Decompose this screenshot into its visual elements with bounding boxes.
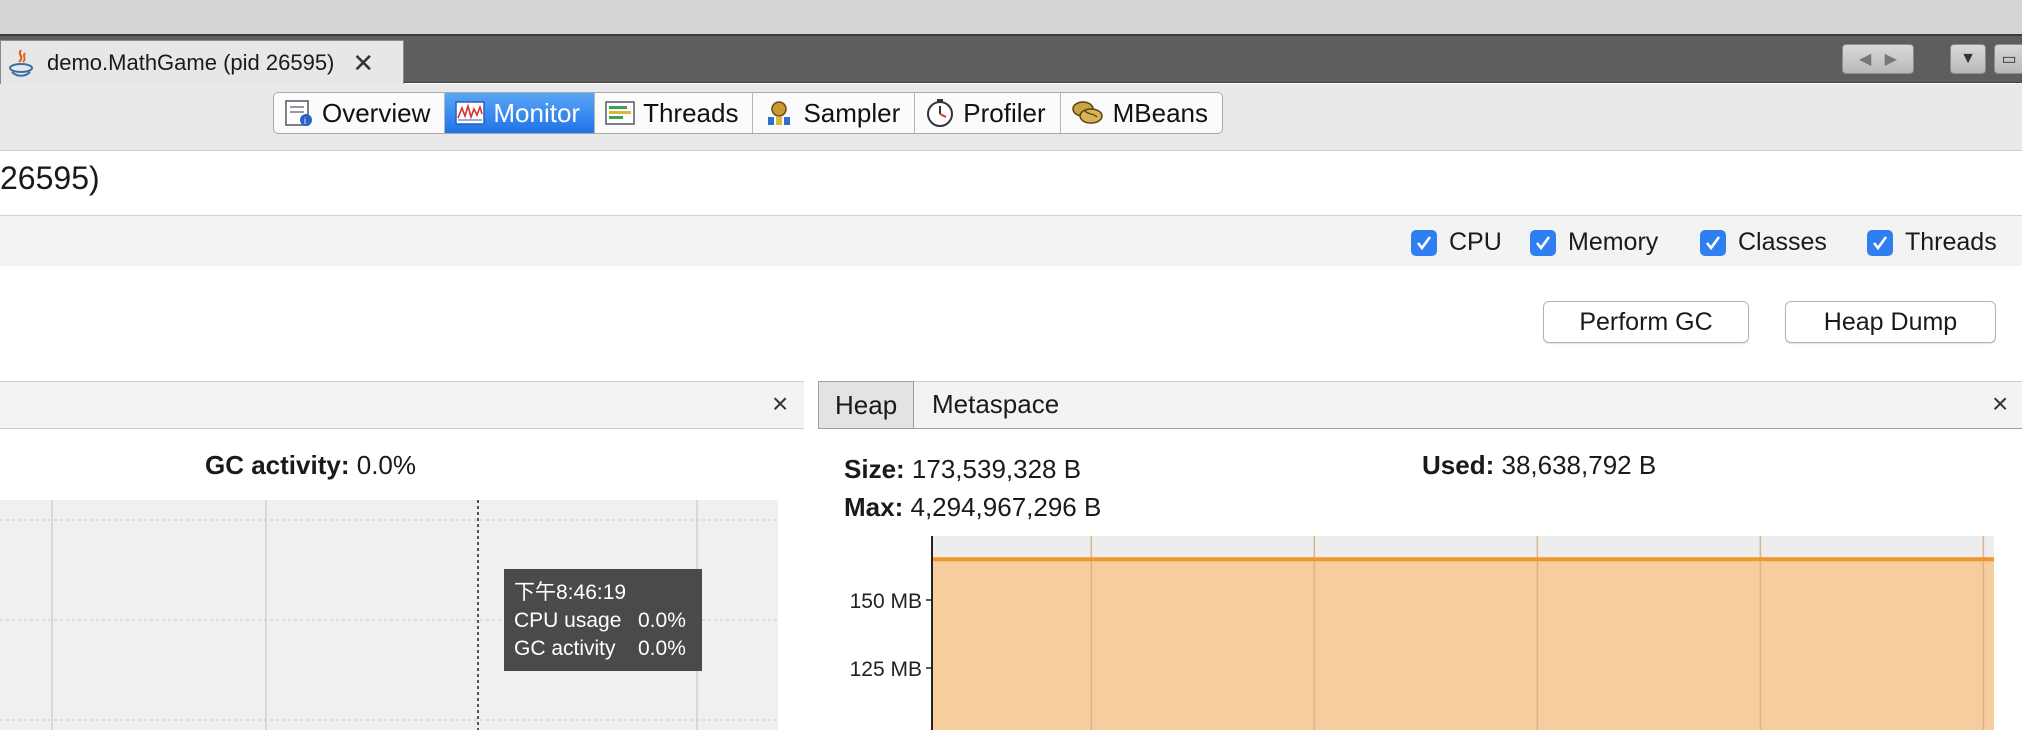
tooltip-value: 0.0% bbox=[638, 637, 686, 660]
close-tab-icon[interactable]: ✕ bbox=[352, 48, 374, 79]
perform-gc-button[interactable]: Perform GC bbox=[1543, 301, 1749, 343]
maximize-icon: ▭ bbox=[2001, 51, 2017, 68]
tab-label: Sampler bbox=[803, 97, 901, 128]
heap-size-readout: Size: 173,539,328 B bbox=[844, 450, 1101, 488]
checkmark-icon[interactable] bbox=[1700, 229, 1726, 256]
checkmark-icon[interactable] bbox=[1411, 229, 1437, 256]
cpu-checkbox[interactable]: CPU bbox=[1411, 228, 1502, 257]
sampler-icon bbox=[768, 101, 791, 125]
checkbox-label: Threads bbox=[1905, 228, 1997, 256]
mbeans-icon bbox=[1071, 101, 1103, 124]
checkbox-label: Memory bbox=[1568, 228, 1659, 256]
subview-tabs: i Overview Monitor Threads Sampler Profi… bbox=[273, 92, 1224, 134]
tab-label: Threads bbox=[643, 97, 739, 128]
monitor-icon bbox=[455, 101, 486, 125]
tooltip-value: 0.0% bbox=[638, 609, 686, 632]
overview-icon: i bbox=[285, 100, 312, 126]
tab-profiler[interactable]: Profiler bbox=[915, 93, 1061, 133]
tab-label: MBeans bbox=[1112, 97, 1209, 128]
y-tick-label: 150 MB bbox=[850, 590, 922, 613]
tab-label: Monitor bbox=[493, 97, 581, 128]
tooltip-row: GC activity 0.0% bbox=[514, 635, 702, 663]
tooltip-key: GC activity bbox=[514, 637, 616, 660]
tab-overview[interactable]: i Overview bbox=[274, 93, 446, 133]
tooltip-row: CPU usage 0.0% bbox=[514, 607, 702, 635]
heap-size-value: 173,539,328 B bbox=[911, 454, 1082, 484]
memory-checkbox[interactable]: Memory bbox=[1530, 228, 1658, 257]
tab-metaspace[interactable]: Metaspace bbox=[916, 381, 1075, 427]
heap-size-label: Size: bbox=[844, 454, 905, 484]
checkbox-label: Classes bbox=[1738, 228, 1827, 256]
heap-dump-button[interactable]: Heap Dump bbox=[1785, 301, 1996, 343]
heap-max-value: 4,294,967,296 B bbox=[910, 492, 1102, 522]
close-memory-panel-icon[interactable]: × bbox=[1992, 388, 2008, 420]
java-app-icon bbox=[9, 49, 33, 77]
tab-label: Profiler bbox=[963, 97, 1046, 128]
tab-scroll-left-icon[interactable]: ◀ bbox=[1859, 49, 1871, 69]
close-cpu-panel-icon[interactable]: × bbox=[772, 388, 788, 420]
y-tick-label: 125 MB bbox=[850, 658, 922, 681]
heap-chart[interactable]: 150 MB 125 MB bbox=[818, 536, 2022, 730]
tab-heap[interactable]: Heap bbox=[818, 381, 915, 428]
heap-max-readout: Max: 4,294,967,296 B bbox=[844, 488, 1101, 526]
heap-max-label: Max: bbox=[844, 492, 904, 522]
tab-sampler[interactable]: Sampler bbox=[753, 93, 916, 133]
gc-activity-label: GC activity: bbox=[205, 450, 350, 480]
tab-label: Overview bbox=[322, 97, 431, 128]
heap-chart-svg: 150 MB 125 MB bbox=[850, 536, 1994, 730]
heap-used-readout: Used: 38,638,792 B bbox=[1422, 450, 1656, 481]
tooltip-time: 下午8:46:19 bbox=[514, 581, 627, 604]
tab-scroll-right-icon[interactable]: ▶ bbox=[1885, 49, 1897, 69]
document-tab-title: demo.MathGame (pid 26595) bbox=[47, 50, 335, 75]
threads-icon bbox=[605, 101, 635, 125]
checkmark-icon[interactable] bbox=[1530, 229, 1556, 256]
heap-info: Size: 173,539,328 B Max: 4,294,967,296 B bbox=[844, 450, 1101, 526]
gc-activity-value: 0.0% bbox=[356, 450, 416, 480]
tab-list-dropdown-button[interactable]: ▼ bbox=[1950, 44, 1986, 74]
svg-text:i: i bbox=[304, 116, 306, 126]
chart-tooltip: 下午8:46:19 CPU usage 0.0% GC activity 0.0… bbox=[504, 569, 702, 671]
tab-monitor[interactable]: Monitor bbox=[445, 93, 596, 133]
threads-checkbox[interactable]: Threads bbox=[1867, 228, 1997, 257]
page-title: 26595) bbox=[0, 160, 100, 196]
gc-activity-readout: GC activity: 0.0% bbox=[205, 450, 416, 481]
window-title-bar bbox=[0, 0, 2022, 36]
classes-checkbox[interactable]: Classes bbox=[1700, 228, 1827, 257]
tab-mbeans[interactable]: MBeans bbox=[1061, 93, 1222, 133]
tooltip-key: CPU usage bbox=[514, 609, 622, 632]
cpu-panel-header bbox=[0, 381, 804, 429]
checkbox-label: CPU bbox=[1449, 228, 1502, 256]
tab-threads[interactable]: Threads bbox=[595, 93, 754, 133]
heap-used-value: 38,638,792 B bbox=[1501, 450, 1657, 480]
maximize-window-button[interactable]: ▭ bbox=[1994, 44, 2022, 74]
heap-used-label: Used: bbox=[1422, 450, 1495, 480]
document-tab[interactable]: demo.MathGame (pid 26595) ✕ bbox=[0, 40, 404, 85]
checkmark-icon[interactable] bbox=[1867, 229, 1893, 256]
tab-scroll-buttons[interactable]: ◀ ▶ bbox=[1842, 44, 1914, 74]
profiler-icon bbox=[927, 99, 954, 127]
chevron-down-icon: ▼ bbox=[1960, 50, 1976, 67]
